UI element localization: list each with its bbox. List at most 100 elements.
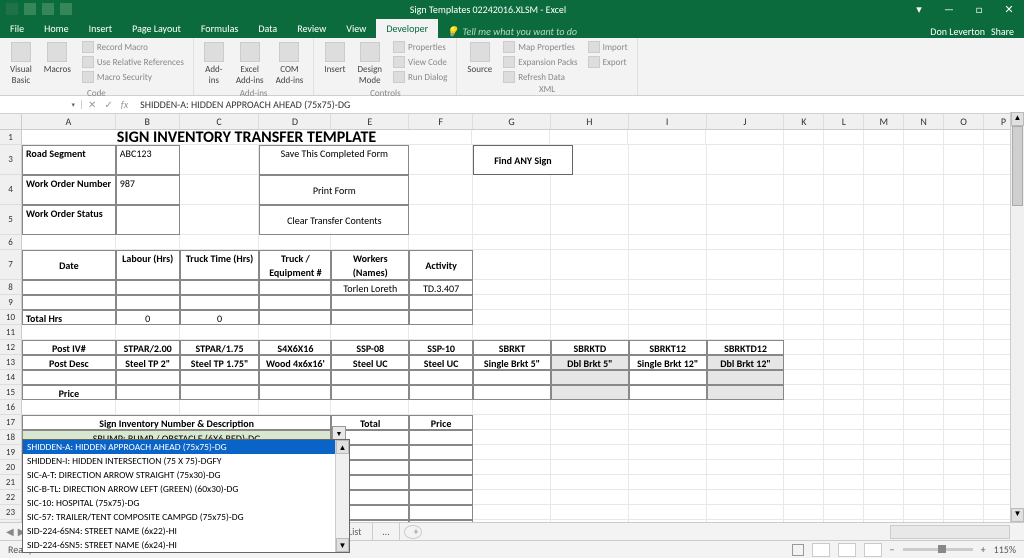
refresh-data-button[interactable]: Refresh Data bbox=[500, 70, 580, 84]
find-sign-button[interactable]: Find ANY Sign bbox=[473, 145, 573, 175]
row-header[interactable]: 17 bbox=[0, 415, 22, 430]
fx-icon[interactable]: fx bbox=[121, 98, 128, 111]
scroll-up-icon[interactable]: ▲ bbox=[1011, 112, 1024, 126]
export-button[interactable]: Export bbox=[585, 55, 631, 69]
relative-ref-button[interactable]: Use Relative References bbox=[79, 55, 187, 69]
dropdown-option[interactable]: SID-224-6SN5: STREET NAME (6x24)-HI bbox=[23, 538, 349, 552]
row-header[interactable]: 6 bbox=[0, 235, 22, 250]
row-header[interactable]: 13 bbox=[0, 355, 22, 370]
row-header[interactable]: 12 bbox=[0, 340, 22, 355]
row-header[interactable]: 11 bbox=[0, 325, 22, 340]
close-icon[interactable]: ✕ bbox=[994, 0, 1024, 18]
undo-icon[interactable] bbox=[42, 3, 54, 15]
row-header[interactable]: 10 bbox=[0, 310, 22, 325]
tab-review[interactable]: Review bbox=[287, 19, 336, 38]
col-header[interactable]: C bbox=[180, 114, 260, 129]
ribbon-options-icon[interactable]: ▾ bbox=[904, 0, 934, 18]
col-header[interactable]: J bbox=[707, 114, 785, 129]
dropdown-option[interactable]: SIC-57: TRAILER/TENT COMPOSITE CAMPGD (7… bbox=[23, 510, 349, 524]
col-header[interactable]: B bbox=[116, 114, 180, 129]
clear-contents-button[interactable]: Clear Transfer Contents bbox=[259, 205, 409, 235]
tab-file[interactable]: File bbox=[0, 19, 34, 38]
zoom-slider[interactable] bbox=[903, 548, 973, 551]
work-order-status-value[interactable] bbox=[116, 205, 180, 235]
save-icon[interactable] bbox=[24, 3, 36, 15]
vertical-scrollbar[interactable]: ▲ ▼ bbox=[1010, 112, 1024, 522]
row-header[interactable]: 20 bbox=[0, 460, 22, 475]
select-all-corner[interactable] bbox=[0, 114, 22, 129]
redo-icon[interactable] bbox=[60, 3, 72, 15]
zoom-level[interactable]: 115% bbox=[994, 543, 1016, 556]
row-header[interactable]: 18 bbox=[0, 430, 22, 445]
dropdown-option[interactable]: SIC-B-TL: DIRECTION ARROW LEFT (GREEN) (… bbox=[23, 482, 349, 496]
row-header[interactable]: 5 bbox=[0, 205, 22, 235]
workers-value[interactable]: Torlen Loreth bbox=[331, 280, 409, 295]
col-header[interactable]: M bbox=[864, 114, 904, 129]
row-header[interactable]: 15 bbox=[0, 385, 22, 400]
sheet-tab-ellipsis-right[interactable]: … bbox=[373, 523, 401, 540]
excel-addins-button[interactable]: Excel Add-ins bbox=[232, 40, 268, 88]
properties-button[interactable]: Properties bbox=[390, 40, 450, 54]
view-page-layout-icon[interactable] bbox=[838, 543, 856, 557]
save-form-button[interactable]: Save This Completed Form bbox=[259, 145, 409, 175]
account-area[interactable]: Don Leverton Share bbox=[930, 25, 1024, 38]
tab-home[interactable]: Home bbox=[34, 19, 78, 38]
new-sheet-button[interactable]: + bbox=[404, 525, 422, 539]
horizontal-scrollbar[interactable] bbox=[890, 525, 1010, 539]
col-header[interactable]: L bbox=[824, 114, 864, 129]
dropdown-option[interactable]: SIC-10: HOSPITAL (75x75)-DG bbox=[23, 496, 349, 510]
tab-view[interactable]: View bbox=[336, 19, 376, 38]
cancel-formula-icon[interactable]: ✕ bbox=[88, 98, 96, 111]
com-addins-button[interactable]: COM Add-ins bbox=[272, 40, 308, 88]
tab-formulas[interactable]: Formulas bbox=[191, 19, 248, 38]
col-header[interactable]: H bbox=[551, 114, 629, 129]
share-button[interactable]: Share bbox=[991, 25, 1014, 38]
minimize-icon[interactable]: — bbox=[934, 0, 964, 18]
source-button[interactable]: Source bbox=[463, 40, 496, 77]
scroll-up-icon[interactable]: ▲ bbox=[336, 440, 349, 454]
insert-control-button[interactable]: Insert bbox=[320, 40, 349, 77]
col-header[interactable]: D bbox=[259, 114, 331, 129]
row-header[interactable]: 14 bbox=[0, 370, 22, 385]
col-header[interactable]: O bbox=[944, 114, 984, 129]
tab-insert[interactable]: Insert bbox=[79, 19, 123, 38]
col-header[interactable]: F bbox=[409, 114, 473, 129]
row-header[interactable]: 1 bbox=[0, 130, 22, 145]
road-segment-value[interactable]: ABC123 bbox=[116, 145, 180, 175]
macro-security-button[interactable]: Macro Security bbox=[79, 70, 187, 84]
row-header[interactable]: 7 bbox=[0, 250, 22, 280]
scroll-down-icon[interactable]: ▼ bbox=[336, 538, 349, 552]
expansion-packs-button[interactable]: Expansion Packs bbox=[500, 55, 580, 69]
row-header[interactable]: 23 bbox=[0, 505, 22, 520]
col-header[interactable]: N bbox=[904, 114, 944, 129]
run-dialog-button[interactable]: Run Dialog bbox=[390, 70, 450, 84]
col-header[interactable]: G bbox=[473, 114, 551, 129]
view-normal-icon[interactable] bbox=[812, 543, 830, 557]
row-header[interactable]: 22 bbox=[0, 490, 22, 505]
visual-basic-button[interactable]: Visual Basic bbox=[6, 40, 36, 88]
zoom-out-button[interactable]: − bbox=[890, 543, 895, 556]
addins-button[interactable]: Add- ins bbox=[200, 40, 228, 88]
formula-input[interactable]: SHIDDEN-A: HIDDEN APPROACH AHEAD (75x75)… bbox=[134, 98, 1024, 111]
maximize-icon[interactable]: □ bbox=[964, 0, 994, 18]
worksheet[interactable]: A B C D E F G H I J K L M N O P 1 SIGN I… bbox=[0, 114, 1024, 558]
dropdown-option-selected[interactable]: SHIDDEN-A: HIDDEN APPROACH AHEAD (75x75)… bbox=[23, 440, 349, 454]
import-button[interactable]: Import bbox=[585, 40, 631, 54]
row-header[interactable]: 19 bbox=[0, 445, 22, 460]
first-sheet-icon[interactable]: ◀ bbox=[6, 525, 14, 538]
row-header[interactable]: 4 bbox=[0, 175, 22, 205]
row-header[interactable]: 8 bbox=[0, 280, 22, 295]
col-header[interactable]: A bbox=[22, 114, 116, 129]
dropdown-scrollbar[interactable]: ▲ ▼ bbox=[335, 440, 349, 552]
design-mode-button[interactable]: Design Mode bbox=[353, 40, 386, 88]
col-header[interactable]: E bbox=[331, 114, 409, 129]
dropdown-option[interactable]: SIC-A-T: DIRECTION ARROW STRAIGHT (75x30… bbox=[23, 468, 349, 482]
tab-developer[interactable]: Developer bbox=[376, 19, 438, 38]
chevron-down-icon[interactable]: ▾ bbox=[71, 100, 75, 109]
name-box[interactable]: ▾ bbox=[0, 100, 82, 109]
row-header[interactable]: 3 bbox=[0, 145, 22, 175]
print-form-button[interactable]: Print Form bbox=[259, 175, 409, 205]
sign-dropdown-list[interactable]: SHIDDEN-A: HIDDEN APPROACH AHEAD (75x75)… bbox=[22, 439, 350, 553]
zoom-in-button[interactable]: + bbox=[981, 543, 986, 556]
record-macro-button[interactable]: Record Macro bbox=[79, 40, 187, 54]
